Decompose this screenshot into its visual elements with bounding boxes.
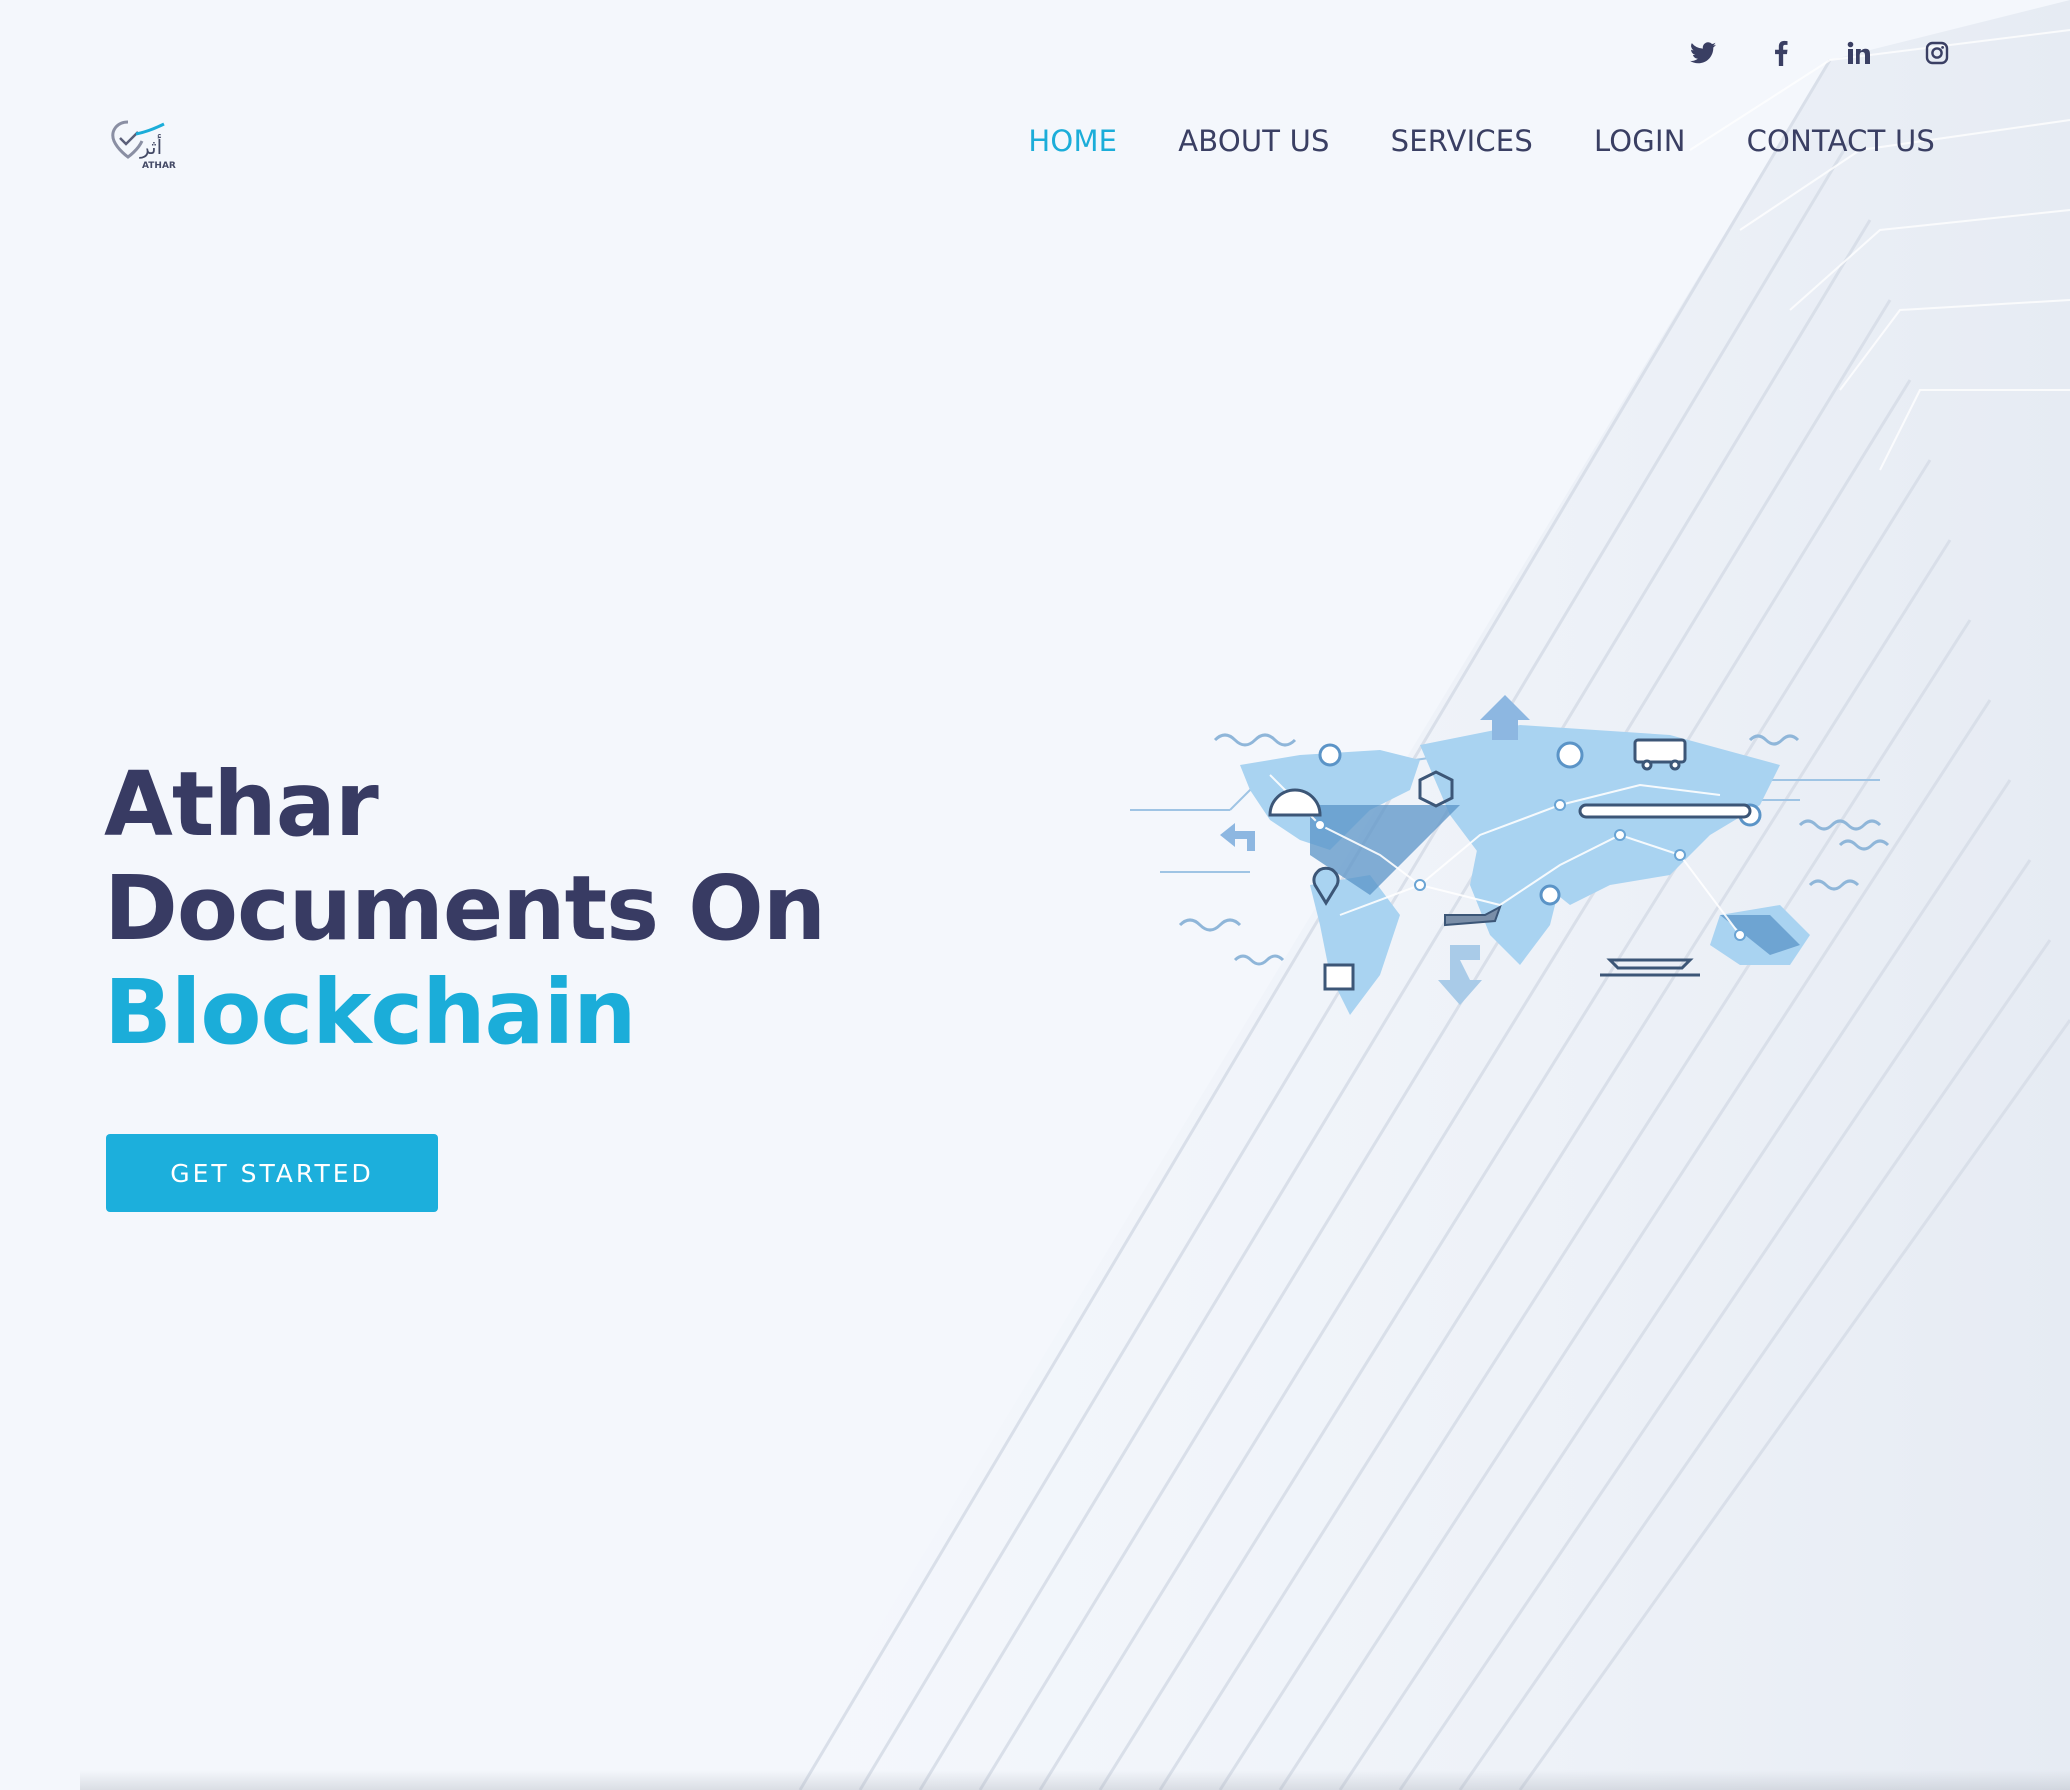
- svg-text:أثر: أثر: [139, 134, 162, 159]
- hero-line-3: Blockchain: [104, 960, 636, 1064]
- social-bar: [1690, 40, 1950, 66]
- nav-services[interactable]: SERVICES: [1391, 124, 1533, 158]
- athar-logo[interactable]: أثر ATHAR: [106, 116, 180, 174]
- svg-text:ATHAR: ATHAR: [142, 161, 176, 171]
- nav-contact-us[interactable]: CONTACT US: [1747, 124, 1935, 158]
- facebook-icon[interactable]: [1768, 40, 1794, 66]
- nav-home[interactable]: HOME: [1028, 124, 1117, 158]
- world-map-illustration: [1130, 695, 1890, 1015]
- hero-line-1: Athar: [104, 752, 379, 856]
- footer-shadow: [80, 1770, 2070, 1790]
- twitter-icon[interactable]: [1690, 40, 1716, 66]
- get-started-button[interactable]: GET STARTED: [106, 1134, 438, 1212]
- nav-login[interactable]: LOGIN: [1594, 124, 1686, 158]
- main-nav: HOME ABOUT US SERVICES LOGIN CONTACT US: [1028, 124, 1935, 158]
- hero-line-2: Documents On: [104, 856, 826, 960]
- linkedin-icon[interactable]: [1846, 40, 1872, 66]
- instagram-icon[interactable]: [1924, 40, 1950, 66]
- hero-heading: Athar Documents On Blockchain: [104, 752, 826, 1064]
- nav-about-us[interactable]: ABOUT US: [1178, 124, 1329, 158]
